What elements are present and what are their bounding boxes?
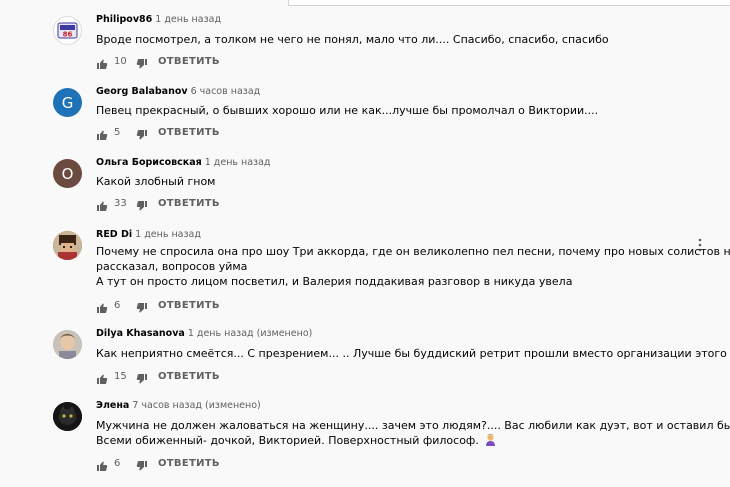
comment-text-line: Певец прекрасный, о бывших хорошо или не… — [96, 104, 599, 117]
comment-header: Ольга Борисовская 1 день назад — [96, 157, 271, 168]
comment-time[interactable]: 6 часов назад — [191, 86, 261, 97]
like-count: 5 — [114, 126, 121, 138]
comment-time[interactable]: 1 день назад — [155, 14, 221, 25]
comment-author[interactable]: Philipov86 — [96, 14, 152, 25]
thumbs-up-icon[interactable] — [96, 126, 108, 140]
comment-header: Dilya Khasanova 1 день назад (изменено) — [96, 328, 312, 339]
comment-actions: 33 ОТВЕТИТЬ — [96, 196, 220, 211]
comments-page: 86 Philipov86 1 день назад Вроде посмотре… — [0, 0, 730, 487]
thumbs-down-icon[interactable] — [136, 370, 148, 384]
comment-time[interactable]: 1 день назад — [205, 157, 271, 168]
comment-text: Почему не спросила она про шоу Три аккор… — [96, 244, 730, 289]
avatar[interactable] — [53, 402, 82, 431]
reply-button[interactable]: ОТВЕТИТЬ — [158, 371, 220, 382]
comment-text: Как неприятно смеётся... С презрением...… — [96, 346, 730, 361]
avatar-badge-text: 86 — [63, 31, 73, 39]
reply-button[interactable]: ОТВЕТИТЬ — [158, 458, 220, 469]
thumbs-up-icon[interactable] — [96, 55, 108, 69]
comment-time[interactable]: 1 день назад (изменено) — [188, 328, 313, 339]
comment-author[interactable]: RED Di — [96, 229, 132, 240]
comment-header: Georg Balabanov 6 часов назад — [96, 86, 260, 97]
comment-text-line: рассказал, вопросов уйма — [96, 260, 248, 273]
like-count: 10 — [114, 55, 127, 67]
comment-actions: 10 ОТВЕТИТЬ — [96, 54, 220, 69]
thumbs-down-icon[interactable] — [136, 457, 148, 471]
comment-text: Какой злобный гном — [96, 174, 696, 189]
reply-button[interactable]: ОТВЕТИТЬ — [158, 56, 220, 67]
comment-time[interactable]: 1 день назад — [135, 229, 201, 240]
thumbs-up-icon[interactable] — [96, 299, 108, 313]
comment-text-line: Вроде посмотрел, а толком не чего не пон… — [96, 33, 609, 46]
comment-text: Мужчина не должен жаловаться на женщину.… — [96, 418, 730, 448]
comment-actions: 5 ОТВЕТИТЬ — [96, 125, 220, 140]
comment-text-line: Почему не спросила она про шоу Три аккор… — [96, 245, 730, 258]
reply-button[interactable]: ОТВЕТИТЬ — [158, 198, 220, 209]
comment-header: Philipov86 1 день назад — [96, 14, 221, 25]
avatar[interactable]: 86 — [53, 16, 82, 45]
like-count: 15 — [114, 370, 127, 382]
comment-time[interactable]: 7 часов назад (изменено) — [132, 400, 260, 411]
avatar-letter: О — [61, 164, 74, 183]
avatar[interactable] — [53, 231, 82, 260]
comment-header: Элена 7 часов назад (изменено) — [96, 400, 261, 411]
comment-text-line: А тут он просто лицом посветил, и Валери… — [96, 275, 573, 288]
comment-author[interactable]: Georg Balabanov — [96, 86, 188, 97]
like-count: 6 — [114, 299, 121, 311]
comment-header: RED Di 1 день назад — [96, 229, 201, 240]
thumbs-up-icon[interactable] — [96, 370, 108, 384]
comment-text-line: Мужчина не должен жаловаться на женщину.… — [96, 419, 730, 432]
avatar[interactable]: G — [53, 88, 82, 117]
comment-text-line-with-emoji: Всеми обиженный- дочкой, Викторией. Пове… — [96, 433, 696, 448]
avatar-letter: G — [61, 93, 74, 112]
avatar[interactable]: О — [53, 159, 82, 188]
thumbs-up-icon[interactable] — [96, 457, 108, 471]
comment-author[interactable]: Dilya Khasanova — [96, 328, 185, 339]
reply-button[interactable]: ОТВЕТИТЬ — [158, 127, 220, 138]
comment-author[interactable]: Ольга Борисовская — [96, 157, 202, 168]
comment-text-segment: Всеми обиженный- дочкой, Викторией. Пове… — [96, 434, 479, 447]
thumbs-down-icon[interactable] — [136, 55, 148, 69]
comment-text: Певец прекрасный, о бывших хорошо или не… — [96, 103, 696, 118]
comment-text-line: Как неприятно смеётся... С презрением...… — [96, 347, 730, 360]
comment-text: Вроде посмотрел, а толком не чего не пон… — [96, 32, 696, 47]
reply-button[interactable]: ОТВЕТИТЬ — [158, 300, 220, 311]
like-count: 6 — [114, 457, 121, 469]
thumbs-down-icon[interactable] — [136, 197, 148, 211]
comment-input-box[interactable] — [288, 0, 730, 6]
comment-actions: 6 ОТВЕТИТЬ — [96, 298, 220, 313]
comment-actions: 15 ОТВЕТИТЬ — [96, 369, 220, 384]
avatar[interactable] — [53, 330, 82, 359]
thumbs-down-icon[interactable] — [136, 126, 148, 140]
comment-text-line: Какой злобный гном — [96, 175, 216, 188]
like-count: 33 — [114, 197, 127, 209]
thumbs-down-icon[interactable] — [136, 299, 148, 313]
thumbs-up-icon[interactable] — [96, 197, 108, 211]
person-facepalming-emoji — [484, 433, 497, 446]
comment-actions: 6 ОТВЕТИТЬ — [96, 456, 220, 471]
comment-author[interactable]: Элена — [96, 400, 129, 411]
